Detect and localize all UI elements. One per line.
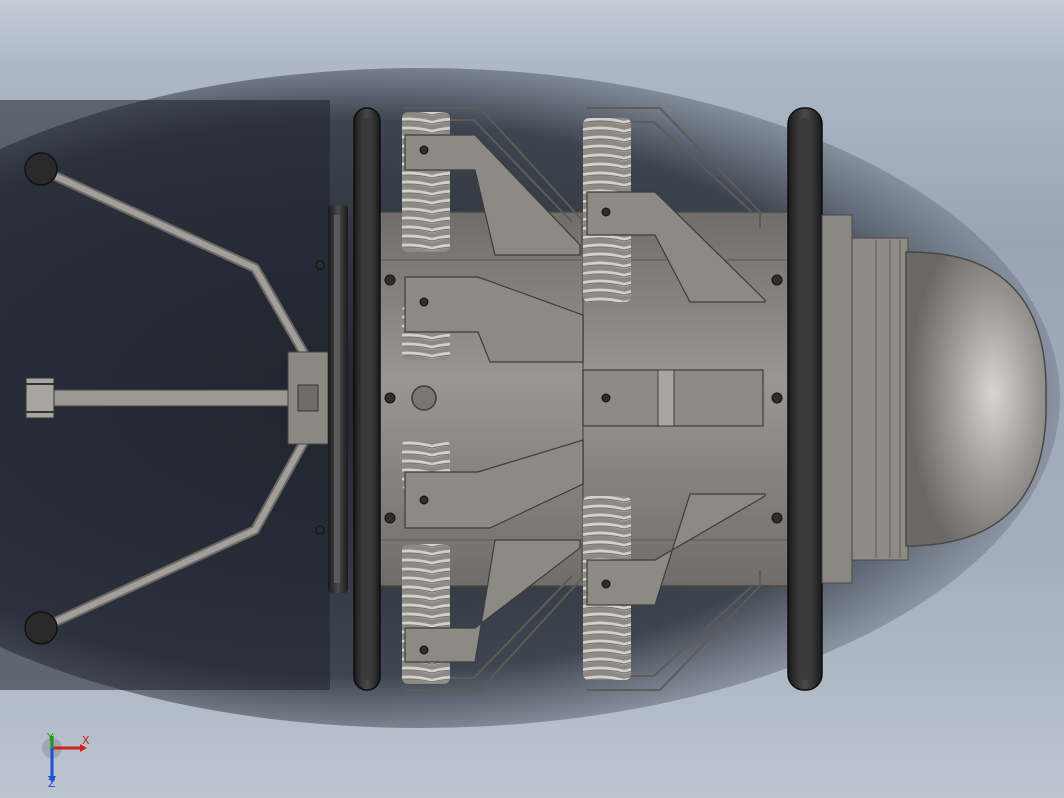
z-axis-label: Z: [48, 777, 56, 788]
body-port: [411, 385, 437, 411]
x-axis-label: X: [82, 734, 90, 747]
cad-viewport[interactable]: [0, 0, 1064, 798]
hub-clamp: [297, 384, 319, 412]
coordinate-triad: X Y Z: [42, 732, 90, 788]
leg-foot-bottom: [24, 611, 58, 645]
center-rod: [39, 389, 311, 407]
leg-foot-top: [24, 152, 58, 186]
y-axis-label: Y: [46, 732, 54, 744]
front-collar: [821, 214, 853, 584]
